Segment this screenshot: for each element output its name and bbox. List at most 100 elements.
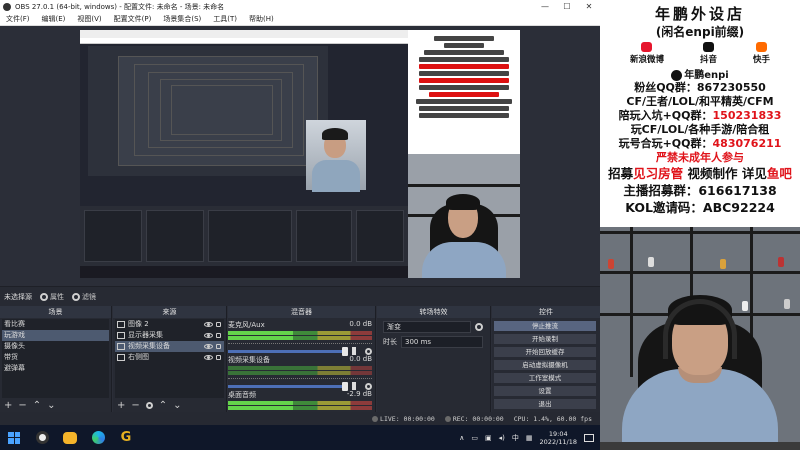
preview-canvas[interactable]	[80, 30, 520, 278]
fans-label: 粉丝QQ群：	[634, 81, 697, 94]
add-source-button[interactable]: +	[117, 400, 125, 411]
menu-file[interactable]: 文件(F)	[0, 14, 36, 24]
scene-item[interactable]: 摄像头	[2, 341, 109, 352]
visibility-eye-icon[interactable]	[204, 355, 213, 360]
speaker-icon[interactable]: ◂)	[499, 434, 505, 442]
move-down-button[interactable]: ⌄	[173, 400, 181, 411]
app-tray-icon[interactable]: ▦	[526, 434, 533, 442]
source-item-selected[interactable]: 视频采集设备	[115, 341, 224, 352]
gear-icon[interactable]	[365, 347, 372, 355]
douyin-link: 抖音	[700, 42, 717, 65]
filters-button[interactable]: 滤镜	[72, 292, 96, 302]
source-properties-gear-icon[interactable]	[145, 401, 153, 409]
clock-date: 2022/11/18	[539, 437, 577, 446]
rec-dot-icon	[444, 415, 451, 422]
source-item[interactable]: 显示器采集	[115, 330, 224, 341]
start-virtual-camera-button[interactable]: 启动虚拟摄像机	[494, 360, 596, 370]
menu-help[interactable]: 帮助(H)	[243, 14, 280, 24]
kuaishou-icon	[755, 42, 767, 52]
taskbar-obs[interactable]	[28, 425, 56, 450]
visibility-eye-icon[interactable]	[204, 344, 213, 349]
move-up-button[interactable]: ⌃	[159, 400, 167, 411]
minimize-button[interactable]: —	[534, 2, 556, 11]
window-title: OBS 27.0.1 (64-bit, windows) - 配置文件: 未命名…	[15, 2, 225, 11]
taskbar-app-cat[interactable]	[56, 425, 84, 450]
taskbar-edge[interactable]	[84, 425, 112, 450]
nested-title-bar	[80, 30, 408, 38]
close-button[interactable]: ✕	[578, 2, 600, 11]
volume-slider[interactable]	[228, 381, 348, 391]
nested-camera-image	[306, 120, 366, 192]
source-item[interactable]: 图像 2	[115, 319, 224, 330]
cat-app-icon	[63, 431, 77, 444]
transition-gear-icon[interactable]	[475, 323, 483, 331]
monitor-icon	[117, 332, 125, 339]
figurine	[648, 257, 654, 267]
taskbar-app-g[interactable]: G	[112, 425, 140, 450]
start-button[interactable]	[0, 425, 28, 450]
start-recording-button[interactable]: 开始录制	[494, 334, 596, 344]
remove-scene-button[interactable]: −	[18, 400, 26, 411]
menu-tools[interactable]: 工具(T)	[207, 14, 243, 24]
figurine	[742, 301, 748, 311]
image-icon	[117, 354, 125, 361]
mixer-channel-mic: 麦克风/Aux 0.0 dB	[228, 320, 372, 356]
anchor-recruit-line: 主播招募群：616617138	[623, 183, 777, 198]
start-replay-buffer-button[interactable]: 开始回放缓存	[494, 347, 596, 357]
nested-poster-image	[408, 30, 520, 154]
lock-icon[interactable]	[216, 333, 221, 338]
fans-group-line: 粉丝QQ群：867230550	[600, 81, 800, 95]
lock-icon[interactable]	[216, 344, 221, 349]
studio-mode-button[interactable]: 工作室模式	[494, 373, 596, 383]
kol-code-line: KOL邀请码：ABC92224	[625, 200, 775, 215]
visibility-eye-icon[interactable]	[204, 333, 213, 338]
add-scene-button[interactable]: +	[4, 400, 12, 411]
notification-icon[interactable]	[584, 433, 594, 442]
volume-slider[interactable]	[228, 346, 348, 356]
visibility-eye-icon[interactable]	[204, 322, 213, 327]
channel-name: 视频采集设备	[228, 356, 270, 364]
audio-meter	[228, 371, 372, 375]
ime-indicator[interactable]: 中	[512, 433, 519, 443]
menu-scene-collection[interactable]: 场景集合(S)	[157, 14, 207, 24]
escort-line: 陪玩入坑+QQ群：150231833	[600, 109, 800, 123]
scene-item[interactable]: 看比赛	[2, 319, 109, 330]
chevron-up-icon[interactable]: ∧	[459, 434, 464, 442]
scene-item[interactable]: 带货	[2, 352, 109, 363]
scene-item[interactable]: 避弹幕	[2, 363, 109, 374]
remove-source-button[interactable]: −	[131, 400, 139, 411]
title-bar: OBS 27.0.1 (64-bit, windows) - 配置文件: 未命名…	[0, 0, 600, 13]
move-down-button[interactable]: ⌄	[47, 400, 55, 411]
exit-button[interactable]: 退出	[494, 399, 596, 409]
audio-meter	[228, 366, 372, 370]
menu-view[interactable]: 视图(V)	[71, 14, 107, 24]
windows-taskbar: G ∧ ▭ ▣ ◂) 中 ▦ 19:04 2022/11/18	[0, 425, 600, 450]
shelf-post	[630, 227, 633, 377]
duration-field[interactable]: 300 ms	[401, 336, 483, 348]
menu-profile[interactable]: 配置文件(P)	[108, 14, 158, 24]
transition-type-select[interactable]: 渐变	[383, 321, 471, 333]
move-up-button[interactable]: ⌃	[33, 400, 41, 411]
speaker-icon[interactable]	[352, 382, 360, 390]
settings-button[interactable]: 设置	[494, 386, 596, 396]
source-item[interactable]: 右侧图	[115, 352, 224, 363]
properties-button[interactable]: 属性	[40, 292, 64, 302]
lock-icon[interactable]	[216, 355, 221, 360]
recruit-d: 详见	[741, 166, 767, 181]
menu-edit[interactable]: 编辑(E)	[36, 14, 72, 24]
brand-line: 年鹏enpi	[600, 66, 800, 81]
network-icon[interactable]: ▣	[485, 434, 492, 442]
display-capture-source	[80, 30, 408, 278]
clock[interactable]: 19:04 2022/11/18	[540, 430, 577, 446]
lock-icon[interactable]	[216, 322, 221, 327]
preview-area[interactable]	[0, 26, 600, 286]
rec-status: REC: 00:00:00	[444, 415, 504, 423]
maximize-button[interactable]: ☐	[556, 2, 578, 11]
printer-icon[interactable]: ▭	[471, 434, 478, 442]
scene-item-selected[interactable]: 玩游戏	[2, 330, 109, 341]
speaker-icon[interactable]	[352, 347, 360, 355]
stop-streaming-button[interactable]: 停止推流	[494, 321, 596, 331]
gear-icon[interactable]	[365, 382, 372, 390]
scenes-dock: 场景 看比赛 玩游戏 摄像头 带货 避弹幕 + − ⌃ ⌄	[0, 306, 112, 412]
escort-label: 陪玩入坑+QQ群：	[618, 109, 713, 122]
